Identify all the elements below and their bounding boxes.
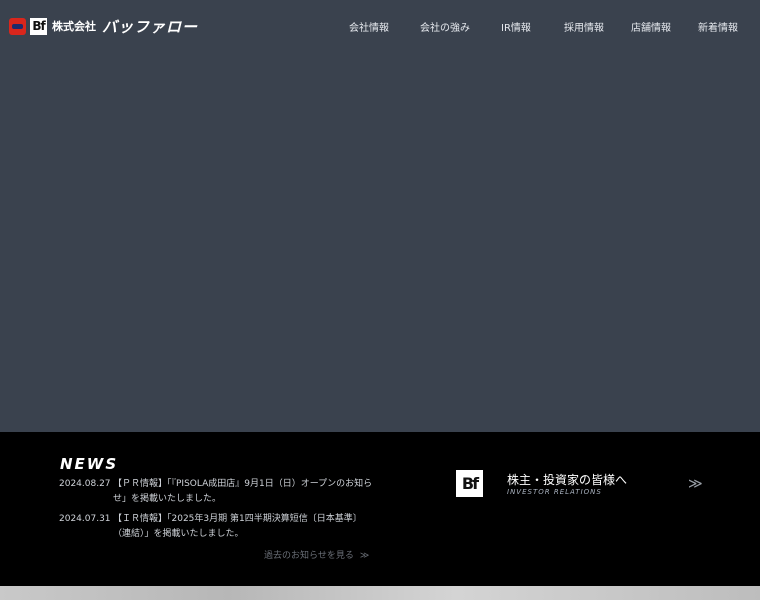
news-text[interactable]: 【ＰＲ情報】「『PISOLA成田店』9月1日（日）オープンのお知らせ」を掲載いた… [113,477,373,507]
news-archive-label: 過去のお知らせを見る [264,551,354,561]
ir-title: 株主・投資家の皆様へ [507,473,628,487]
news-heading: NEWS [60,455,119,473]
double-chevron-right-icon: ≫ [359,551,370,561]
hero-image [0,0,760,432]
bf-logo-icon: Bf [456,470,483,497]
nav-item-recruit[interactable]: 採用情報 [564,19,604,34]
nav-item-stores[interactable]: 店舗情報 [631,19,671,34]
news-item[interactable]: 2024.07.31 【ＩＲ情報】「2025年3月期 第1四半期決算短信〔日本基… [59,512,369,544]
site-header: Bf 株式会社 バッファロー 会社情報 会社の強み IR情報 採用情報 店舗情報… [0,0,760,52]
double-chevron-right-icon: ≫ [688,476,703,492]
news-date: 2024.07.31 [59,514,111,524]
investor-relations-link[interactable]: Bf 株主・投資家の皆様へ INVESTOR RELATIONS ≫ [456,470,706,502]
nav-item-company[interactable]: 会社情報 [349,19,389,34]
nav-item-ir[interactable]: IR情報 [501,19,531,34]
footer-image-strip [0,586,760,600]
nav-item-news[interactable]: 新着情報 [698,19,738,34]
news-archive-link[interactable]: 過去のお知らせを見る ≫ [264,548,369,561]
news-date: 2024.08.27 [59,479,111,489]
nav-item-strengths[interactable]: 会社の強み [420,19,470,34]
news-item[interactable]: 2024.08.27 【ＰＲ情報】「『PISOLA成田店』9月1日（日）オープン… [59,477,372,509]
ir-subtitle: INVESTOR RELATIONS [507,488,602,496]
global-nav: 会社情報 会社の強み IR情報 採用情報 店舗情報 新着情報 [0,19,760,34]
news-text[interactable]: 【ＩＲ情報】「2025年3月期 第1四半期決算短信〔日本基準〕（連結）」を掲載い… [113,512,373,542]
